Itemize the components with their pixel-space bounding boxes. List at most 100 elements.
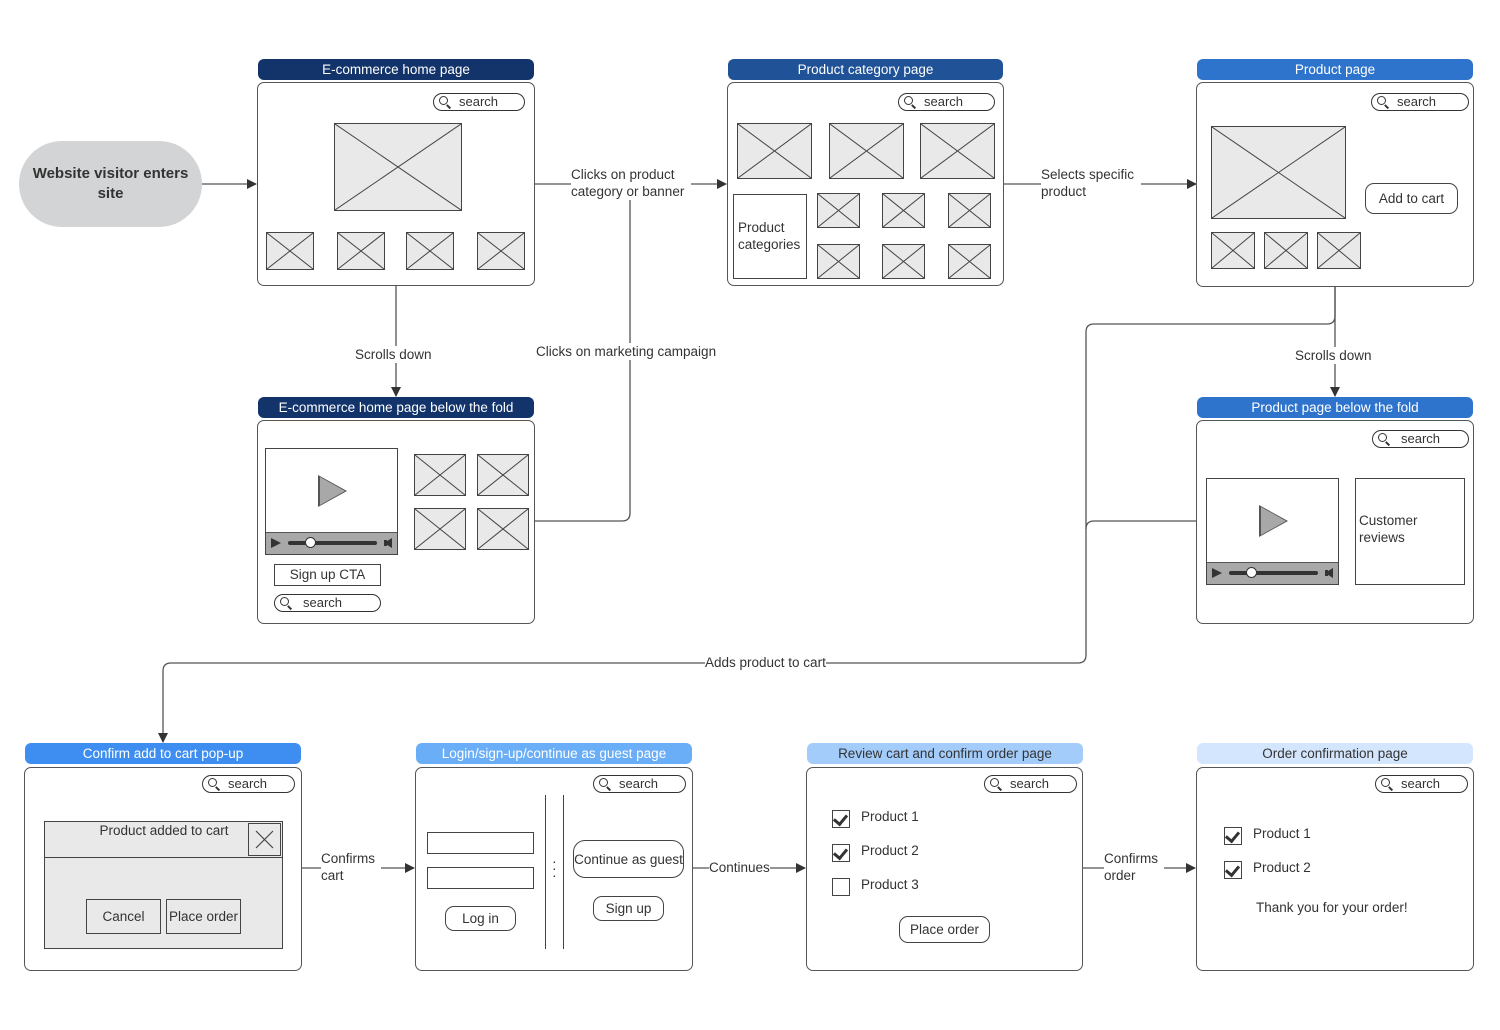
video-controls — [1207, 562, 1338, 584]
search-box[interactable]: search — [984, 775, 1077, 793]
log-in-button[interactable]: Log in — [445, 906, 516, 931]
placeholder-cross-icon — [949, 194, 990, 227]
product-categories-panel[interactable]: Product categories — [733, 194, 807, 279]
image-placeholder — [414, 508, 466, 550]
search-label: search — [1010, 776, 1050, 791]
checkbox-label: Product 2 — [1253, 860, 1311, 875]
product-categories-label: Product categories — [738, 220, 801, 252]
cart-dialog-title: Product added to cart — [99, 823, 229, 838]
placeholder-cross-icon — [949, 245, 990, 278]
edge-label-adds-to-cart: Adds product to cart — [705, 654, 826, 671]
frame-home-fold: Sign up CTA search — [257, 420, 535, 624]
checkbox-label: Product 2 — [861, 843, 919, 858]
search-icon — [599, 778, 608, 787]
search-box[interactable]: search — [898, 93, 995, 111]
frame-home: search — [257, 82, 535, 286]
play-small-icon[interactable] — [271, 538, 281, 548]
image-placeholder — [414, 454, 466, 496]
video-player[interactable] — [265, 448, 398, 555]
checkbox-label: Product 1 — [861, 809, 919, 824]
frame-title-home: E-commerce home page — [258, 59, 534, 80]
search-box[interactable]: search — [1375, 775, 1468, 793]
image-placeholder — [948, 193, 991, 228]
image-placeholder — [477, 232, 525, 270]
checkbox[interactable] — [1224, 861, 1242, 879]
play-icon[interactable] — [1259, 505, 1288, 537]
checkbox[interactable] — [832, 878, 850, 896]
check-icon — [832, 810, 849, 827]
image-placeholder — [1264, 232, 1308, 269]
edge-label-continues: Continues — [709, 859, 770, 876]
checkbox[interactable] — [1224, 827, 1242, 845]
thank-you-message: Thank you for your order! — [1256, 900, 1408, 915]
start-node: Website visitor enters site — [19, 141, 202, 227]
frame-title-category: Product category page — [728, 59, 1003, 80]
checkbox-label: Product 3 — [861, 877, 919, 892]
search-icon — [990, 778, 999, 787]
frame-title-confirmation: Order confirmation page — [1197, 743, 1473, 764]
search-box[interactable]: search — [593, 775, 686, 793]
search-box[interactable]: search — [202, 775, 295, 793]
place-order-button[interactable]: Place order — [899, 916, 990, 943]
play-icon[interactable] — [318, 475, 347, 507]
edge-label-confirms-cart: Confirms cart — [321, 850, 381, 884]
image-placeholder — [737, 123, 812, 179]
ellipsis-icon: · · · — [552, 853, 557, 883]
checkbox[interactable] — [832, 810, 850, 828]
divider — [563, 795, 565, 949]
image-placeholder — [334, 123, 462, 211]
customer-reviews-label: Customer reviews — [1359, 513, 1418, 545]
divider — [545, 795, 547, 949]
frame-title-login: Login/sign-up/continue as guest page — [416, 743, 692, 764]
signup-cta-button[interactable]: Sign up CTA — [274, 564, 381, 586]
placeholder-cross-icon — [738, 124, 811, 178]
sign-up-button[interactable]: Sign up — [593, 896, 664, 921]
placeholder-cross-icon — [1265, 233, 1307, 268]
placeholder-cross-icon — [267, 233, 313, 269]
search-icon — [208, 778, 217, 787]
customer-reviews-panel[interactable]: Customer reviews — [1355, 478, 1465, 585]
search-icon — [1377, 96, 1386, 105]
check-icon — [1224, 861, 1241, 878]
search-icon — [904, 96, 913, 105]
search-box[interactable]: search — [1372, 430, 1469, 448]
image-placeholder — [406, 232, 454, 270]
placeholder-cross-icon — [415, 509, 465, 549]
password-field[interactable] — [427, 867, 534, 889]
edge-label-selects-product: Selects specific product — [1041, 166, 1141, 200]
close-button[interactable] — [248, 823, 281, 856]
frame-title-review: Review cart and confirm order page — [807, 743, 1083, 764]
frame-confirmation: search Product 1 Product 2 Thank you for … — [1196, 767, 1474, 971]
search-box[interactable]: search — [1371, 93, 1469, 111]
video-scrubber[interactable] — [305, 537, 316, 548]
cart-dialog: Product added to cart Cancel Place order — [44, 821, 283, 949]
image-placeholder — [477, 508, 529, 550]
play-small-icon[interactable] — [1212, 568, 1222, 578]
search-box[interactable]: search — [433, 93, 525, 111]
place-order-button[interactable]: Place order — [166, 899, 241, 934]
frame-product: search Add to cart — [1196, 82, 1474, 287]
volume-icon[interactable] — [384, 538, 392, 548]
video-controls — [266, 532, 397, 554]
video-progress-track[interactable] — [1229, 571, 1318, 575]
image-placeholder — [829, 123, 904, 179]
search-label: search — [459, 94, 499, 109]
continue-as-guest-button[interactable]: Continue as guest — [573, 840, 684, 878]
video-progress-track[interactable] — [288, 541, 377, 545]
video-scrubber[interactable] — [1246, 567, 1257, 578]
cancel-button[interactable]: Cancel — [86, 899, 161, 934]
search-box[interactable]: search — [274, 594, 381, 612]
search-icon — [1378, 433, 1387, 442]
placeholder-cross-icon — [1212, 127, 1345, 218]
frame-title-product-fold: Product page below the fold — [1197, 397, 1473, 418]
frame-title-product: Product page — [1197, 59, 1473, 80]
placeholder-cross-icon — [335, 124, 461, 210]
placeholder-cross-icon — [1318, 233, 1360, 268]
search-icon — [1381, 778, 1390, 787]
add-to-cart-button[interactable]: Add to cart — [1365, 183, 1458, 214]
image-placeholder — [1211, 232, 1255, 269]
volume-icon[interactable] — [1325, 568, 1333, 578]
checkbox[interactable] — [832, 844, 850, 862]
video-player[interactable] — [1206, 478, 1339, 585]
username-field[interactable] — [427, 832, 534, 854]
